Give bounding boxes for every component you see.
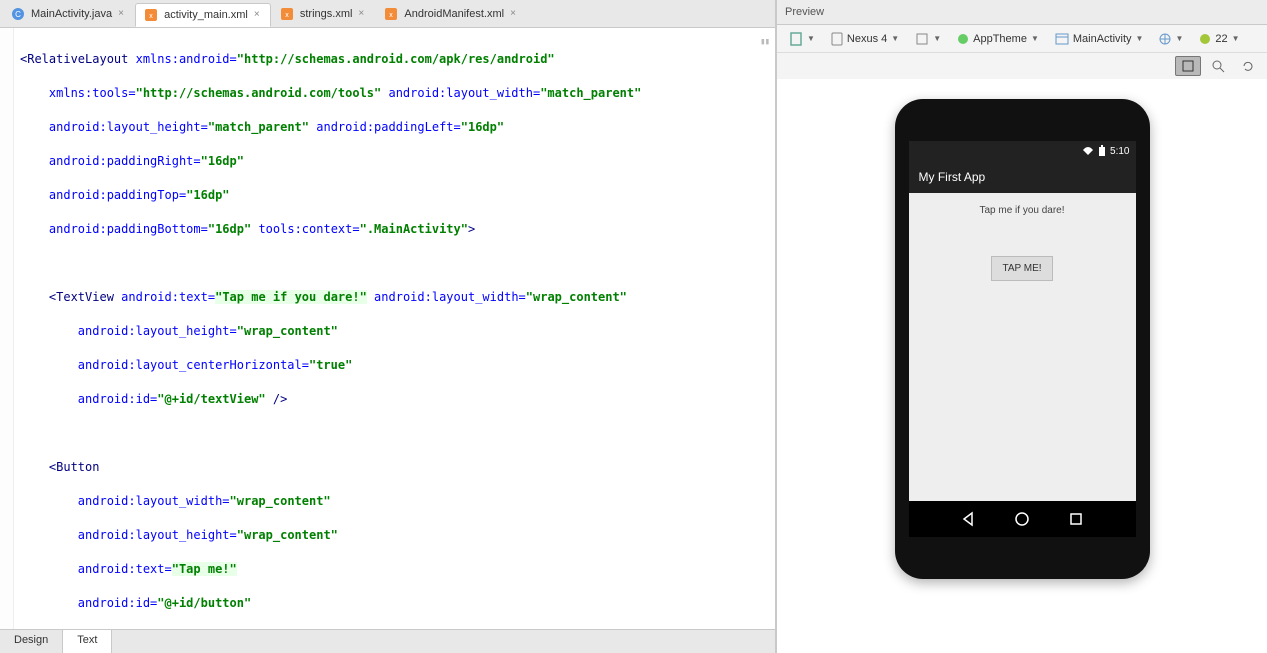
svg-text:C: C xyxy=(15,10,21,19)
api-label: 22 xyxy=(1215,33,1227,45)
api-selector[interactable]: 22 ▼ xyxy=(1193,30,1245,48)
xml-file-icon: x xyxy=(280,7,294,21)
chevron-down-icon: ▼ xyxy=(807,34,815,43)
tab-label: strings.xml xyxy=(300,8,353,20)
close-icon[interactable]: × xyxy=(358,10,366,18)
tab-android-manifest-xml[interactable]: x AndroidManifest.xml × xyxy=(375,2,527,26)
svg-text:x: x xyxy=(149,13,153,20)
battery-icon xyxy=(1098,145,1106,157)
globe-icon xyxy=(1159,33,1171,45)
page-icon xyxy=(789,32,803,46)
design-tab[interactable]: Design xyxy=(0,630,63,653)
preview-button[interactable]: TAP ME! xyxy=(991,256,1052,281)
app-bar: My First App xyxy=(909,161,1136,193)
android-icon xyxy=(1199,33,1211,45)
activity-label: MainActivity xyxy=(1073,33,1132,45)
theme-label: AppTheme xyxy=(973,33,1027,45)
chevron-down-icon: ▼ xyxy=(1031,34,1039,43)
preview-canvas[interactable]: 5:10 My First App Tap me if you dare! TA… xyxy=(777,79,1267,653)
theme-icon xyxy=(957,33,969,45)
chevron-down-icon: ▼ xyxy=(891,34,899,43)
zoom-icon xyxy=(1211,59,1225,73)
activity-selector[interactable]: MainActivity ▼ xyxy=(1049,30,1150,48)
zoom-button[interactable] xyxy=(1205,56,1231,76)
status-bar: 5:10 xyxy=(909,141,1136,161)
nav-home-icon[interactable] xyxy=(1013,510,1031,528)
nav-recent-icon[interactable] xyxy=(1067,510,1085,528)
zoom-fit-button[interactable] xyxy=(1175,56,1201,76)
editor-bottom-tabs: Design Text xyxy=(0,629,775,653)
render-config-button[interactable]: ▼ xyxy=(783,29,821,49)
tab-main-activity-java[interactable]: C MainActivity.java × xyxy=(2,2,135,26)
orientation-icon xyxy=(915,32,929,46)
theme-selector[interactable]: AppTheme ▼ xyxy=(951,30,1045,48)
close-icon[interactable]: × xyxy=(510,10,518,18)
nav-bar xyxy=(909,501,1136,537)
activity-icon xyxy=(1055,33,1069,45)
orientation-button[interactable]: ▼ xyxy=(909,29,947,49)
split-grip-icon[interactable]: ▮▮ xyxy=(760,34,769,51)
device-screen: 5:10 My First App Tap me if you dare! TA… xyxy=(909,141,1136,537)
chevron-down-icon: ▼ xyxy=(1136,34,1144,43)
xml-file-icon: x xyxy=(384,7,398,21)
svg-text:x: x xyxy=(285,12,289,19)
nav-back-icon[interactable] xyxy=(959,510,977,528)
status-time: 5:10 xyxy=(1110,146,1129,157)
tab-activity-main-xml[interactable]: x activity_main.xml × xyxy=(135,3,271,27)
tab-label: activity_main.xml xyxy=(164,9,248,21)
app-content: Tap me if you dare! TAP ME! xyxy=(909,193,1136,501)
tab-label: MainActivity.java xyxy=(31,8,112,20)
preview-panel-title: Preview xyxy=(777,0,1267,25)
tab-label: AndroidManifest.xml xyxy=(404,8,504,20)
close-icon[interactable]: × xyxy=(118,10,126,18)
device-label: Nexus 4 xyxy=(847,33,887,45)
refresh-button[interactable] xyxy=(1235,56,1261,76)
device-icon xyxy=(831,32,843,46)
code-content[interactable]: <RelativeLayout xmlns:android="http://sc… xyxy=(0,28,775,629)
java-file-icon: C xyxy=(11,7,25,21)
refresh-icon xyxy=(1241,59,1255,73)
svg-text:x: x xyxy=(390,12,394,19)
chevron-down-icon: ▼ xyxy=(1232,34,1240,43)
preview-textview[interactable]: Tap me if you dare! xyxy=(979,205,1064,216)
close-icon[interactable]: × xyxy=(254,11,262,19)
text-tab[interactable]: Text xyxy=(63,630,112,653)
tab-strings-xml[interactable]: x strings.xml × xyxy=(271,2,376,26)
xml-file-icon: x xyxy=(144,8,158,22)
fit-icon xyxy=(1181,59,1195,73)
preview-toolbar: ▼ Nexus 4 ▼ ▼ AppTheme ▼ MainActivity ▼ xyxy=(777,25,1267,53)
wifi-icon xyxy=(1082,146,1094,156)
chevron-down-icon: ▼ xyxy=(933,34,941,43)
app-title: My First App xyxy=(919,170,986,184)
code-editor[interactable]: ▮▮ <RelativeLayout xmlns:android="http:/… xyxy=(0,28,775,629)
editor-tab-bar: C MainActivity.java × x activity_main.xm… xyxy=(0,0,775,28)
preview-secondary-toolbar xyxy=(777,53,1267,79)
device-frame: 5:10 My First App Tap me if you dare! TA… xyxy=(895,99,1150,579)
editor-gutter xyxy=(0,28,14,629)
chevron-down-icon: ▼ xyxy=(1175,34,1183,43)
locale-selector[interactable]: ▼ xyxy=(1153,30,1189,48)
device-selector[interactable]: Nexus 4 ▼ xyxy=(825,29,905,49)
